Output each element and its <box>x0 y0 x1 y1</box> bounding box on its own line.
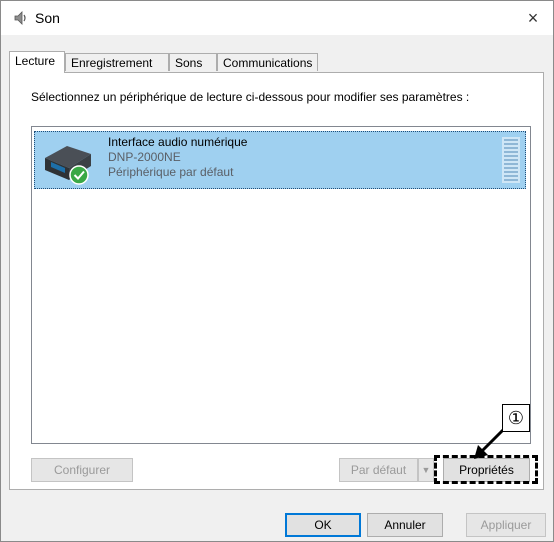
tab-sons[interactable]: Sons <box>169 53 217 71</box>
properties-button[interactable]: Propriétés <box>443 458 530 482</box>
usb-audio-device-icon <box>41 140 97 186</box>
title-bar: Son × <box>1 1 553 35</box>
set-default-button[interactable]: Par défaut <box>339 458 418 482</box>
tab-communications[interactable]: Communications <box>217 53 318 71</box>
tab-enregistrement[interactable]: Enregistrement <box>65 53 169 71</box>
device-model: DNP-2000NE <box>108 150 181 164</box>
cancel-button[interactable]: Annuler <box>367 513 443 537</box>
window-title: Son <box>35 10 60 26</box>
playback-device-list[interactable]: Interface audio numérique DNP-2000NE Pér… <box>31 126 531 444</box>
device-name: Interface audio numérique <box>108 135 248 149</box>
speaker-icon <box>13 10 29 26</box>
configure-button[interactable]: Configurer <box>31 458 133 482</box>
level-meter-icon <box>502 137 520 183</box>
instruction-text: Sélectionnez un périphérique de lecture … <box>31 90 470 104</box>
device-list-item[interactable]: Interface audio numérique DNP-2000NE Pér… <box>34 131 526 189</box>
callout-number-badge: ① <box>502 404 530 432</box>
close-button[interactable]: × <box>519 5 547 31</box>
tab-lecture[interactable]: Lecture <box>9 51 65 73</box>
ok-button[interactable]: OK <box>285 513 361 537</box>
apply-button[interactable]: Appliquer <box>466 513 546 537</box>
set-default-dropdown[interactable]: ▼ <box>418 458 434 482</box>
device-status: Périphérique par défaut <box>108 165 234 179</box>
tab-panel-lecture: Sélectionnez un périphérique de lecture … <box>9 72 544 490</box>
